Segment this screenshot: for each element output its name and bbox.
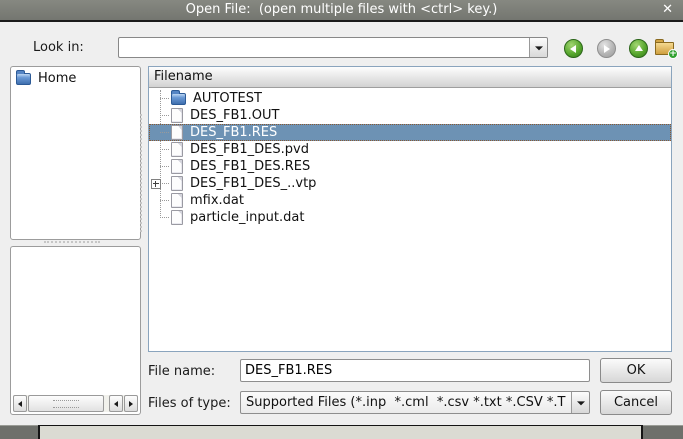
- dialog-body: Look in: + Home: [0, 22, 683, 425]
- file-icon: [171, 125, 183, 140]
- file-list: Filename AUTOTEST DES_FB1.OUT DES_FB1.RE…: [148, 66, 672, 352]
- dialog-titlebar[interactable]: Open File: (open multiple files with <ct…: [0, 0, 683, 22]
- left-arrow-icon: [114, 401, 118, 407]
- tree-connector: [160, 166, 169, 167]
- window-scrollbar-left-button[interactable]: [0, 425, 38, 439]
- window-scrollbar-track[interactable]: [40, 425, 641, 439]
- open-file-dialog: Open File: (open multiple files with <ct…: [0, 0, 683, 439]
- up-arrow-icon: [635, 45, 643, 51]
- file-name-label: AUTOTEST: [193, 91, 262, 106]
- file-name-input[interactable]: [240, 359, 590, 382]
- splitter-handle-horizontal[interactable]: [44, 241, 100, 245]
- files-of-type-select[interactable]: Supported Files (*.inp *.cml *.csv *.txt…: [240, 391, 590, 414]
- window-scrollbar: [0, 425, 683, 439]
- chevron-down-icon[interactable]: [529, 38, 547, 57]
- look-in-value[interactable]: [120, 39, 528, 56]
- files-of-type-value: Supported Files (*.inp *.cml *.csv *.txt…: [246, 395, 569, 410]
- look-in-label: Look in:: [33, 40, 84, 55]
- file-rows: AUTOTEST DES_FB1.OUT DES_FB1.RES DES_FB1…: [149, 90, 671, 226]
- plus-icon: +: [668, 49, 678, 59]
- sidebar-item-home[interactable]: Home: [11, 67, 140, 86]
- file-name-label: particle_input.dat: [190, 210, 304, 225]
- file-icon: [171, 108, 183, 123]
- horizontal-scrollbar[interactable]: [13, 395, 138, 412]
- place-label: Home: [38, 71, 76, 86]
- tree-connector: [160, 115, 169, 116]
- tree-connector: [160, 200, 169, 201]
- up-directory-button[interactable]: [629, 39, 648, 58]
- file-row[interactable]: DES_FB1.RES: [149, 124, 671, 141]
- cancel-button[interactable]: Cancel: [600, 390, 672, 415]
- chevron-down-icon[interactable]: [571, 392, 589, 413]
- file-icon: [171, 210, 183, 225]
- recent-panel: [10, 246, 141, 415]
- file-row[interactable]: mfix.dat: [149, 192, 671, 209]
- file-row[interactable]: particle_input.dat: [149, 209, 671, 226]
- scroll-left-button[interactable]: [13, 395, 27, 412]
- window-scrollbar-right-button[interactable]: [643, 425, 683, 439]
- forward-button[interactable]: [597, 39, 616, 58]
- close-icon[interactable]: ✕: [662, 0, 673, 20]
- places-panel: Home: [10, 66, 141, 240]
- file-row[interactable]: DES_FB1_DES.RES: [149, 158, 671, 175]
- folder-icon: [16, 73, 31, 85]
- file-row[interactable]: DES_FB1.OUT: [149, 107, 671, 124]
- tree-connector: [160, 183, 169, 184]
- splitter-handle-vertical[interactable]: [140, 114, 144, 232]
- ok-button[interactable]: OK: [600, 358, 672, 383]
- file-icon: [171, 176, 183, 191]
- look-in-combobox[interactable]: [118, 37, 548, 58]
- tree-connector: [160, 149, 169, 150]
- file-row[interactable]: AUTOTEST: [149, 90, 671, 107]
- scrollbar-thumb[interactable]: [28, 395, 104, 412]
- back-button[interactable]: [564, 39, 583, 58]
- folder-icon: [171, 93, 186, 105]
- file-name-label: DES_FB1.OUT: [190, 108, 279, 123]
- file-row[interactable]: DES_FB1_DES.pvd: [149, 141, 671, 158]
- file-name-label: File name:: [148, 364, 215, 379]
- forward-arrow-icon: [604, 45, 610, 53]
- tree-connector: [160, 217, 169, 218]
- file-icon: [171, 193, 183, 208]
- file-icon: [171, 159, 183, 174]
- tree-connector: [160, 132, 169, 133]
- right-arrow-icon: [129, 401, 133, 407]
- file-name-label: mfix.dat: [190, 193, 244, 208]
- scroll-left-button-2[interactable]: [109, 395, 123, 412]
- file-icon: [171, 142, 183, 157]
- create-new-folder-button[interactable]: +: [655, 38, 678, 58]
- file-name-label: DES_FB1_DES.pvd: [190, 142, 309, 157]
- file-name-label: DES_FB1_DES.RES: [190, 159, 310, 174]
- scroll-right-button[interactable]: [124, 395, 138, 412]
- file-name-label: DES_FB1_DES_..vtp: [190, 176, 316, 191]
- file-row[interactable]: DES_FB1_DES_..vtp: [149, 175, 671, 192]
- filename-column-header[interactable]: Filename: [149, 67, 671, 88]
- back-arrow-icon: [570, 45, 576, 53]
- expand-icon[interactable]: [151, 179, 161, 189]
- dialog-title: Open File: (open multiple files with <ct…: [0, 0, 683, 20]
- tree-connector: [160, 98, 169, 99]
- left-arrow-icon: [18, 401, 22, 407]
- file-name-label: DES_FB1.RES: [190, 125, 277, 140]
- files-of-type-label: Files of type:: [148, 396, 231, 411]
